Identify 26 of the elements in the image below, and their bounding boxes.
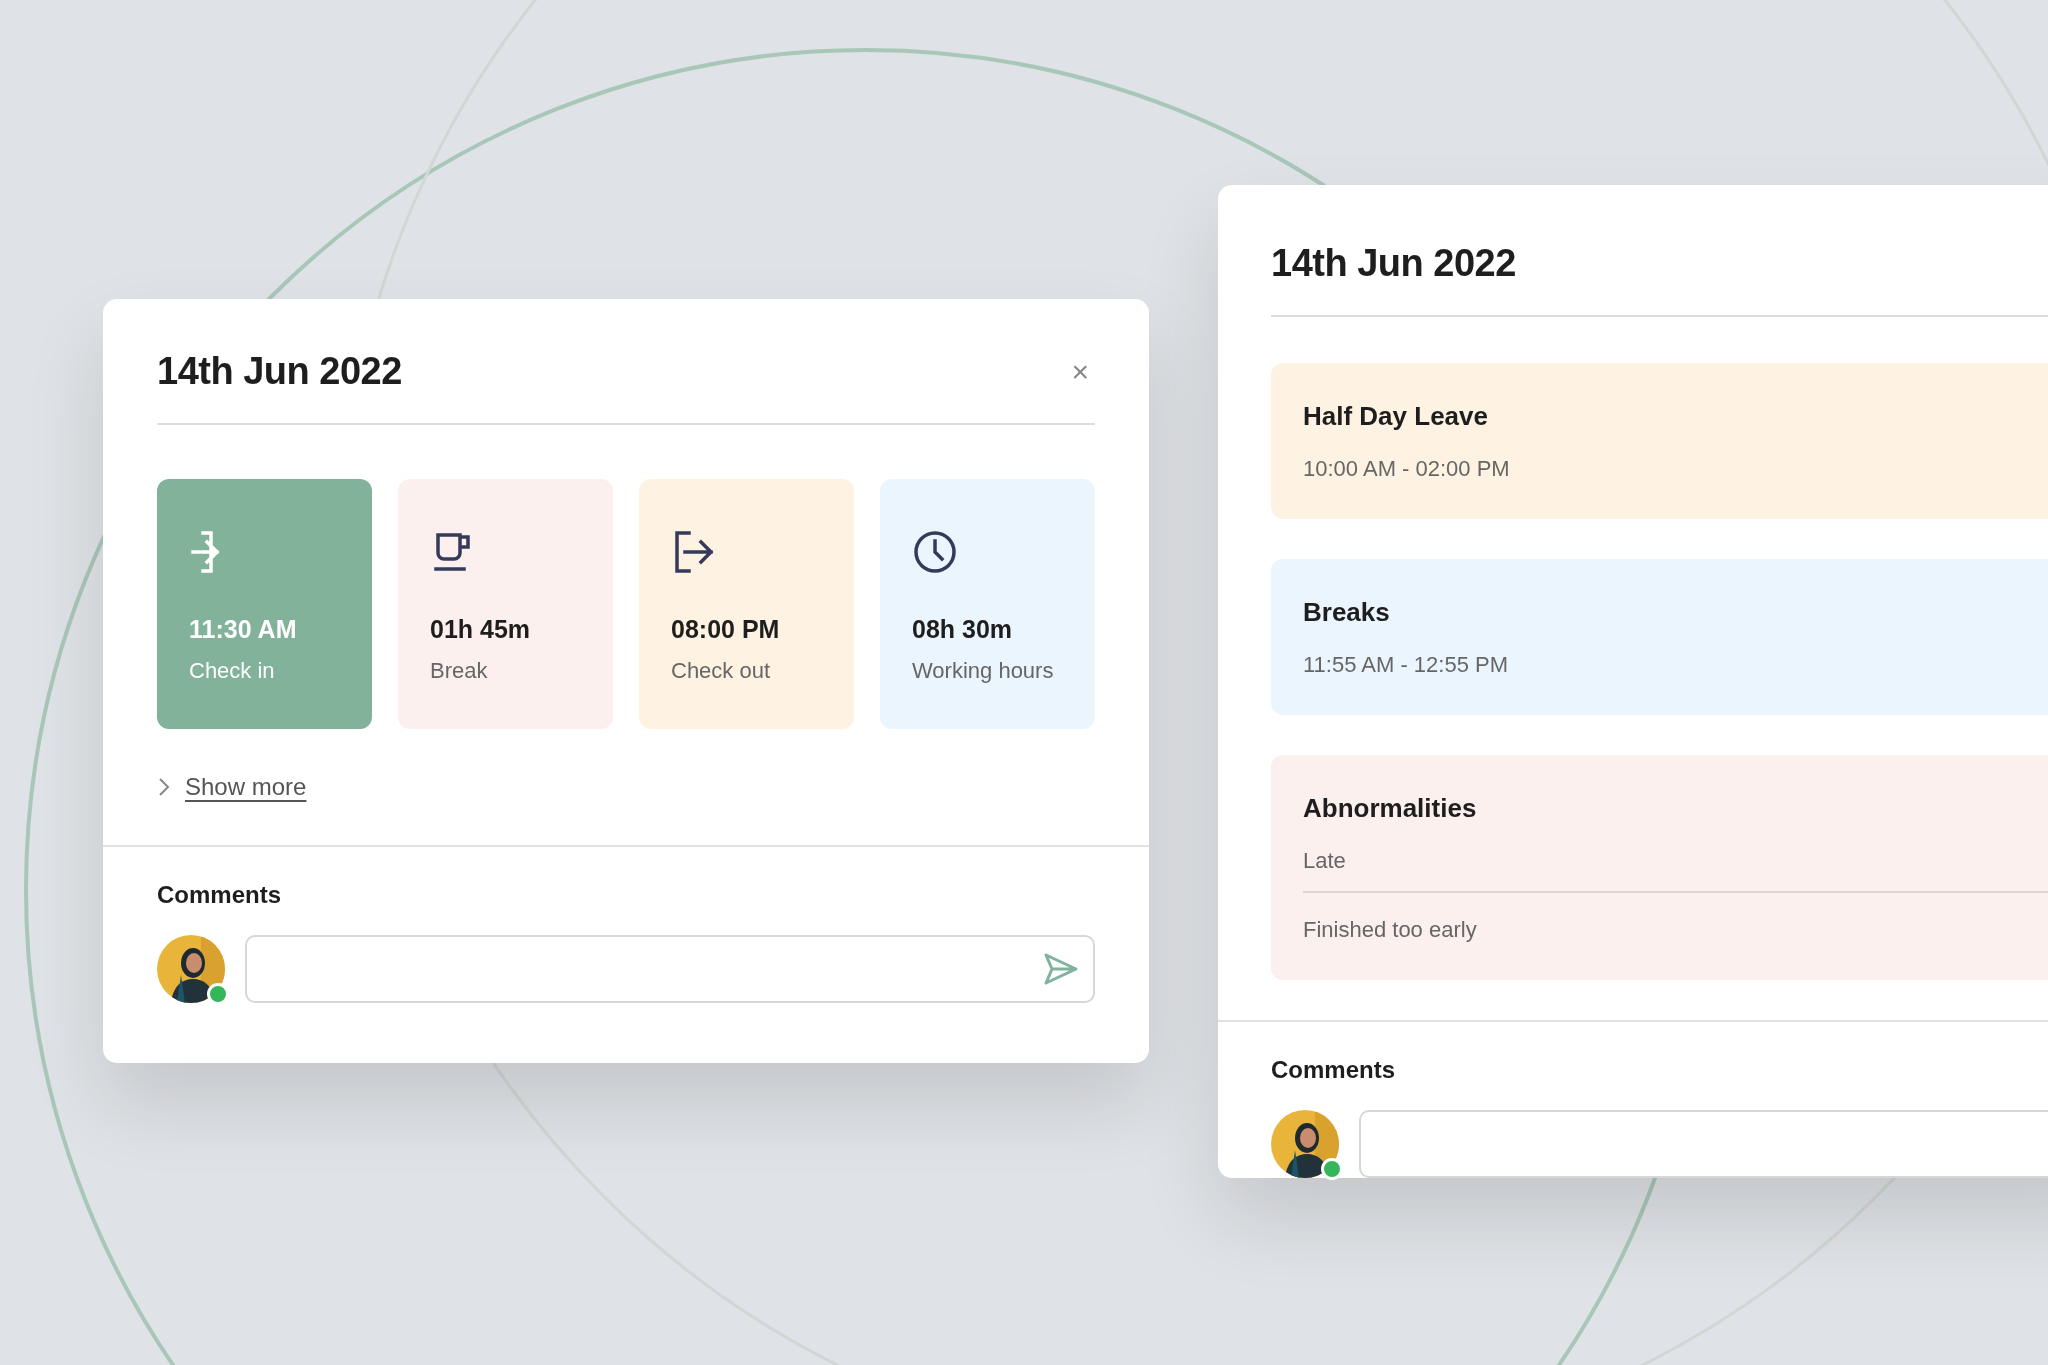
stat-label: Check in <box>189 657 276 686</box>
stat-value: 08:00 PM <box>671 613 781 645</box>
comment-field[interactable] <box>1359 1109 2048 1178</box>
comments-heading: Comments <box>157 879 283 910</box>
stat-value: 08h 30m <box>912 613 1014 645</box>
entry-detail: Late <box>1303 846 1347 875</box>
close-button[interactable]: × <box>1065 356 1095 387</box>
stat-label: Working hours <box>912 657 1055 686</box>
entry-title: Breaks <box>1303 595 1391 629</box>
entry-detail: 11:55 AM - 12:55 PM <box>1303 650 1510 679</box>
detail-title: 14th Jun 2022 <box>1271 241 1516 286</box>
entry-title: Abnormalities <box>1303 791 1478 825</box>
comment-field[interactable] <box>245 934 1095 1003</box>
dialog-title: 14th Jun 2022 <box>157 349 402 394</box>
send-icon[interactable] <box>1043 951 1079 986</box>
entry-detail: 10:00 AM - 02:00 PM <box>1303 454 1511 483</box>
entry-title: Half Day Leave <box>1303 399 1489 433</box>
stat-label: Check out <box>671 657 772 686</box>
clock-icon <box>912 528 958 575</box>
stat-value: 01h 45m <box>430 613 532 645</box>
chevron-icon <box>157 775 171 798</box>
stat-value: 11:30 AM <box>189 613 298 645</box>
entry-detail: Finished too early <box>1303 890 2048 946</box>
show-more-link[interactable]: Show more <box>185 768 307 805</box>
comments-heading: Comments <box>1271 1054 1397 1085</box>
stat-label: Break <box>430 657 489 686</box>
